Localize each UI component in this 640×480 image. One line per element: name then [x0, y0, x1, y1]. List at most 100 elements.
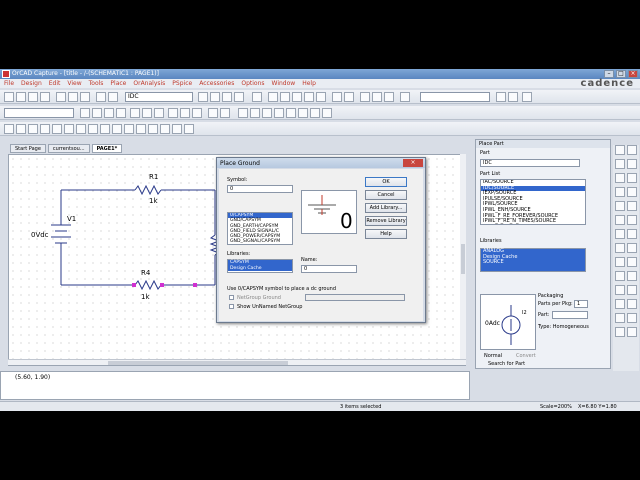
- zoom-in-icon[interactable]: [198, 92, 208, 102]
- menu-help[interactable]: Help: [302, 80, 316, 87]
- show-netgroup-checkbox[interactable]: [229, 304, 234, 309]
- offpage-tool-icon[interactable]: [627, 201, 637, 211]
- netgroup-combo[interactable]: [305, 294, 405, 301]
- netgroup-ground-checkbox[interactable]: [229, 295, 234, 300]
- wire-tool-icon[interactable]: [615, 159, 625, 169]
- bus-entry-tool-icon[interactable]: [627, 173, 637, 183]
- menu-oranalysis[interactable]: OrAnalysis: [133, 80, 165, 87]
- tool-n-icon[interactable]: [112, 124, 122, 134]
- bookmark-icon[interactable]: [522, 92, 532, 102]
- tool-r-icon[interactable]: [160, 124, 170, 134]
- tool-w-icon[interactable]: [615, 313, 625, 323]
- tool-e-icon[interactable]: [4, 124, 14, 134]
- picture-tool-icon[interactable]: [627, 285, 637, 295]
- bus-tool-icon[interactable]: [627, 159, 637, 169]
- bom-icon[interactable]: [304, 92, 314, 102]
- undo-icon[interactable]: [96, 92, 106, 102]
- menu-edit[interactable]: Edit: [49, 80, 61, 87]
- drc-icon[interactable]: [268, 92, 278, 102]
- symbol-input[interactable]: 0: [227, 185, 293, 193]
- list-item[interactable]: GND_SIGNAL/CAPSYM: [228, 239, 292, 244]
- help-button[interactable]: Help: [365, 229, 407, 239]
- snap-icon[interactable]: [208, 108, 218, 118]
- tab-start-page[interactable]: Start Page: [10, 144, 46, 153]
- zoom-out-icon[interactable]: [210, 92, 220, 102]
- grid-icon[interactable]: [220, 108, 230, 118]
- tool-b-icon[interactable]: [372, 92, 382, 102]
- find-icon[interactable]: [496, 92, 506, 102]
- align-left-icon[interactable]: [238, 108, 248, 118]
- sim-settings-icon[interactable]: [80, 108, 90, 118]
- tool-f-icon[interactable]: [16, 124, 26, 134]
- align-middle-icon[interactable]: [286, 108, 296, 118]
- search-for-part[interactable]: Search for Part: [488, 361, 525, 367]
- tool-y-icon[interactable]: [615, 327, 625, 337]
- ground-tool-icon[interactable]: [615, 201, 625, 211]
- menu-place[interactable]: Place: [110, 80, 126, 87]
- distribute-h-icon[interactable]: [310, 108, 320, 118]
- ellipse-tool-icon[interactable]: [627, 257, 637, 267]
- part-selector[interactable]: [552, 311, 588, 319]
- hier-pin-tool-icon[interactable]: [615, 229, 625, 239]
- menu-view[interactable]: View: [67, 80, 81, 87]
- libraries-list[interactable]: ANALOG Design Cache SOURCE: [480, 248, 586, 272]
- convert-radio[interactable]: Convert: [516, 353, 536, 359]
- view-sim-icon[interactable]: [104, 108, 114, 118]
- list-item[interactable]: IPWL_F_RE_N_TIMES/SOURCE: [481, 219, 585, 224]
- copy-icon[interactable]: [68, 92, 78, 102]
- tool-j-icon[interactable]: [64, 124, 74, 134]
- tool-o-icon[interactable]: [124, 124, 134, 134]
- select-icon[interactable]: [252, 92, 262, 102]
- library-list[interactable]: CAPSYM Design Cache: [227, 259, 293, 273]
- power-tool-icon[interactable]: [627, 187, 637, 197]
- menu-window[interactable]: Window: [272, 80, 296, 87]
- profile-combo[interactable]: [4, 108, 74, 118]
- bias-i-icon[interactable]: [180, 108, 190, 118]
- menu-options[interactable]: Options: [241, 80, 264, 87]
- tool-c-icon[interactable]: [384, 92, 394, 102]
- no-connect-tool-icon[interactable]: [627, 229, 637, 239]
- netlist-icon[interactable]: [280, 92, 290, 102]
- marker-i-icon[interactable]: [142, 108, 152, 118]
- menu-accessories[interactable]: Accessories: [199, 80, 234, 87]
- open-icon[interactable]: [16, 92, 26, 102]
- tool-x-icon[interactable]: [627, 313, 637, 323]
- help-icon[interactable]: [344, 92, 354, 102]
- normal-radio[interactable]: Normal: [484, 353, 502, 359]
- rect-tool-icon[interactable]: [615, 257, 625, 267]
- cross-ref-icon[interactable]: [316, 92, 326, 102]
- annotate-icon[interactable]: [292, 92, 302, 102]
- distribute-v-icon[interactable]: [322, 108, 332, 118]
- print-icon[interactable]: [40, 92, 50, 102]
- bias-w-icon[interactable]: [192, 108, 202, 118]
- canvas-vertical-scrollbar[interactable]: [460, 154, 466, 359]
- project-icon[interactable]: [332, 92, 342, 102]
- save-icon[interactable]: [28, 92, 38, 102]
- tool-i-icon[interactable]: [52, 124, 62, 134]
- name-input[interactable]: 0: [301, 265, 357, 273]
- menu-file[interactable]: File: [4, 80, 14, 87]
- add-library-button[interactable]: Add Library...: [365, 203, 407, 213]
- part-input[interactable]: IDC: [480, 159, 580, 167]
- tool-d-icon[interactable]: [400, 92, 410, 102]
- zoom-combo[interactable]: [420, 92, 490, 102]
- tool-z-icon[interactable]: [627, 327, 637, 337]
- close-button[interactable]: ×: [628, 70, 638, 78]
- symbol-list[interactable]: 0/CAPSYM GND/CAPSYM GND_EARTH/CAPSYM GND…: [227, 212, 293, 245]
- maximize-button[interactable]: □: [616, 70, 626, 78]
- tool-s-icon[interactable]: [172, 124, 182, 134]
- marker-w-icon[interactable]: [154, 108, 164, 118]
- tool-v-icon[interactable]: [627, 299, 637, 309]
- arc-tool-icon[interactable]: [615, 271, 625, 281]
- part-combo[interactable]: IDC: [125, 92, 193, 102]
- align-top-icon[interactable]: [274, 108, 284, 118]
- tool-l-icon[interactable]: [88, 124, 98, 134]
- line-tool-icon[interactable]: [615, 243, 625, 253]
- list-item[interactable]: Design Cache: [228, 265, 292, 271]
- run-icon[interactable]: [92, 108, 102, 118]
- parts-per-pkg-field[interactable]: 1: [574, 300, 588, 308]
- hier-block-tool-icon[interactable]: [615, 215, 625, 225]
- redo-icon[interactable]: [108, 92, 118, 102]
- find-next-icon[interactable]: [508, 92, 518, 102]
- tool-g-icon[interactable]: [28, 124, 38, 134]
